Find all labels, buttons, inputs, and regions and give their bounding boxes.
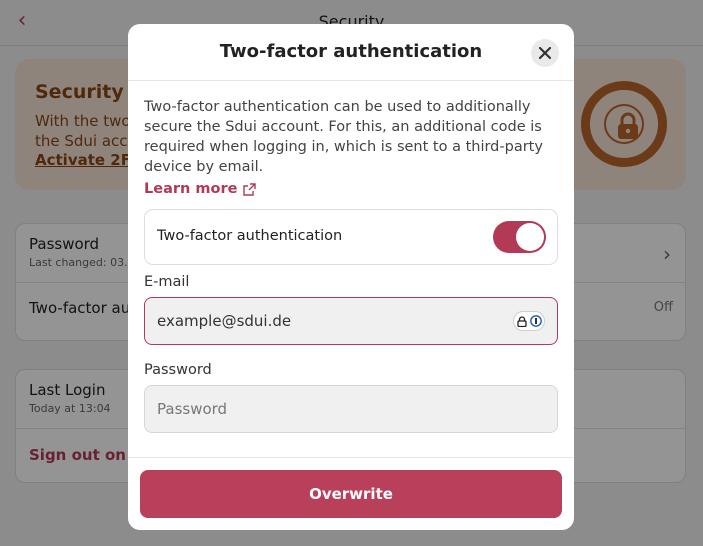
external-link-icon bbox=[243, 182, 257, 196]
modal-description: Two-factor authentication can be used to… bbox=[144, 99, 543, 175]
toggle-knob bbox=[516, 223, 544, 251]
email-field[interactable] bbox=[144, 297, 558, 345]
footer-divider bbox=[128, 457, 574, 458]
two-factor-toggle-row: Two-factor authentication bbox=[144, 209, 558, 265]
password-manager-icon[interactable] bbox=[513, 311, 545, 331]
password-field[interactable] bbox=[144, 385, 558, 433]
close-icon bbox=[539, 47, 551, 59]
key-badge-icon bbox=[529, 315, 542, 327]
password-label: Password bbox=[144, 362, 212, 378]
email-label: E-mail bbox=[144, 274, 190, 290]
learn-more-link[interactable]: Learn more bbox=[144, 181, 257, 197]
email-input[interactable] bbox=[157, 298, 517, 344]
toggle-label: Two-factor authentication bbox=[157, 228, 343, 244]
modal-header: Two-factor authentication bbox=[128, 24, 574, 81]
close-button[interactable] bbox=[531, 39, 559, 67]
two-factor-modal: Two-factor authentication Two-factor aut… bbox=[128, 24, 574, 530]
modal-title: Two-factor authentication bbox=[219, 41, 483, 62]
password-input[interactable] bbox=[157, 386, 517, 432]
overwrite-button[interactable]: Overwrite bbox=[140, 470, 562, 518]
two-factor-toggle[interactable] bbox=[493, 221, 546, 253]
learn-more-label: Learn more bbox=[144, 181, 238, 197]
lock-icon bbox=[516, 315, 527, 327]
